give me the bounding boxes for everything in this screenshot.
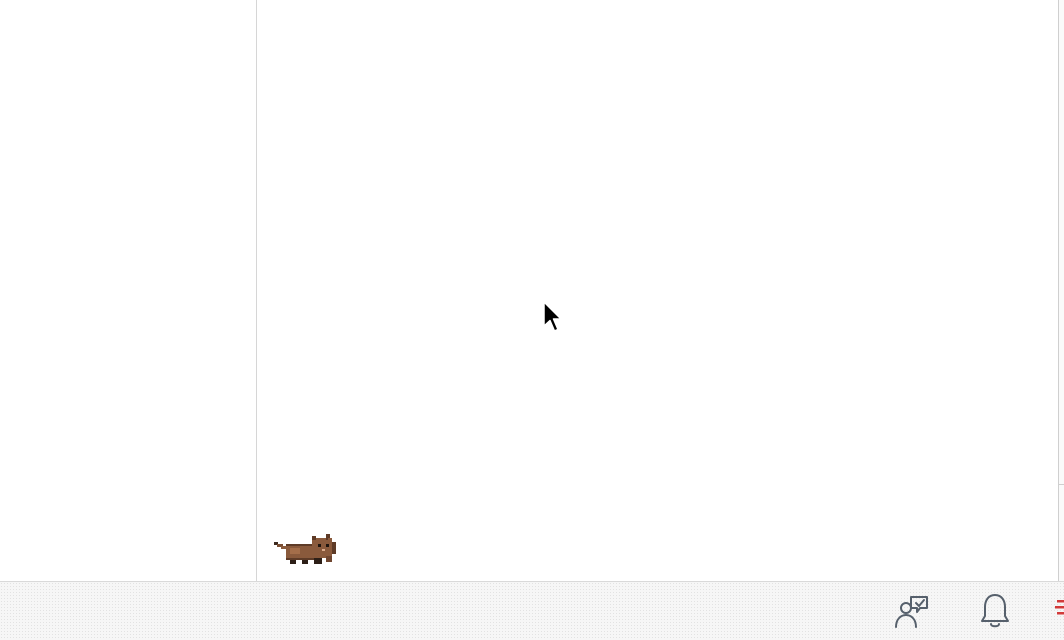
- bell-icon[interactable]: [975, 591, 1015, 631]
- people-chat-icon[interactable]: [890, 591, 930, 631]
- left-panel: [0, 0, 257, 581]
- app-window: [0, 0, 1064, 640]
- vertical-scrollbar[interactable]: [1058, 0, 1064, 581]
- scrollbar-marker: [1058, 484, 1064, 485]
- partial-red-icon[interactable]: [1055, 598, 1064, 618]
- cat-pet-icon[interactable]: [272, 530, 338, 568]
- main-content-area[interactable]: [257, 0, 1058, 581]
